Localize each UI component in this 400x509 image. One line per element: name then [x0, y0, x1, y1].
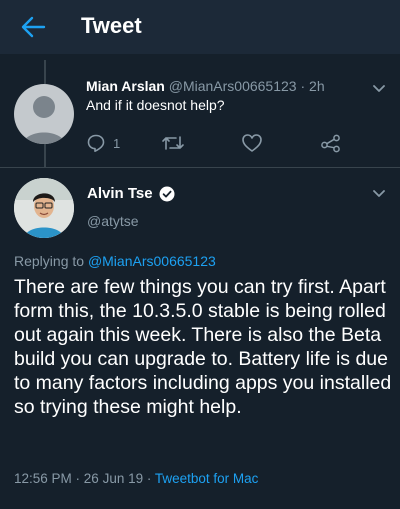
avatar[interactable]: [14, 84, 74, 144]
divider: [0, 167, 400, 168]
client-separator: ·: [143, 471, 155, 486]
chevron-down-icon[interactable]: [372, 189, 386, 199]
tweet-actions: 1: [86, 133, 386, 155]
author-handle[interactable]: @atytse: [87, 213, 139, 229]
tweet-text: And if it doesnot help?: [86, 97, 225, 113]
tweet-time: 12:56 PM: [14, 471, 72, 486]
time-separator: ·: [296, 78, 310, 94]
tweet-metadata: 12:56 PM · 26 Jun 19 · Tweetbot for Mac: [14, 471, 258, 486]
tweet-time: 2h: [309, 78, 325, 94]
reply-icon: [87, 134, 105, 152]
retweet-button[interactable]: [161, 133, 185, 153]
top-bar: Tweet: [0, 0, 400, 54]
avatar[interactable]: [14, 178, 74, 238]
reply-count: 1: [113, 135, 121, 151]
tweet-date: 26 Jun 19: [83, 471, 144, 486]
date-separator: ·: [71, 471, 84, 486]
replying-to-mention[interactable]: @MianArs00665123: [88, 253, 216, 269]
tweet-client[interactable]: Tweetbot for Mac: [155, 471, 259, 486]
reply-button[interactable]: 1: [86, 133, 120, 153]
verified-badge-icon: [159, 186, 175, 201]
author-name-row: Alvin Tse: [87, 185, 175, 202]
retweet-icon: [162, 136, 184, 150]
profile-photo: [14, 178, 74, 238]
like-button[interactable]: [241, 133, 263, 153]
chevron-down-icon[interactable]: [372, 84, 386, 94]
back-arrow-icon[interactable]: [20, 15, 46, 39]
tweet-text: There are few things you can try first. …: [14, 276, 392, 418]
heart-icon: [242, 134, 262, 152]
author-handle[interactable]: @MianArs00665123: [169, 78, 297, 94]
author-name[interactable]: Mian Arslan: [86, 78, 165, 94]
replying-prefix: Replying to: [14, 253, 88, 269]
parent-tweet-header: Mian Arslan @MianArs00665123 · 2h: [86, 78, 325, 94]
page-title: Tweet: [81, 13, 142, 38]
share-button[interactable]: [320, 133, 342, 153]
share-icon: [321, 134, 340, 153]
default-avatar-icon: [22, 96, 66, 144]
replying-to: Replying to @MianArs00665123: [14, 253, 216, 269]
author-name[interactable]: Alvin Tse: [87, 185, 153, 202]
